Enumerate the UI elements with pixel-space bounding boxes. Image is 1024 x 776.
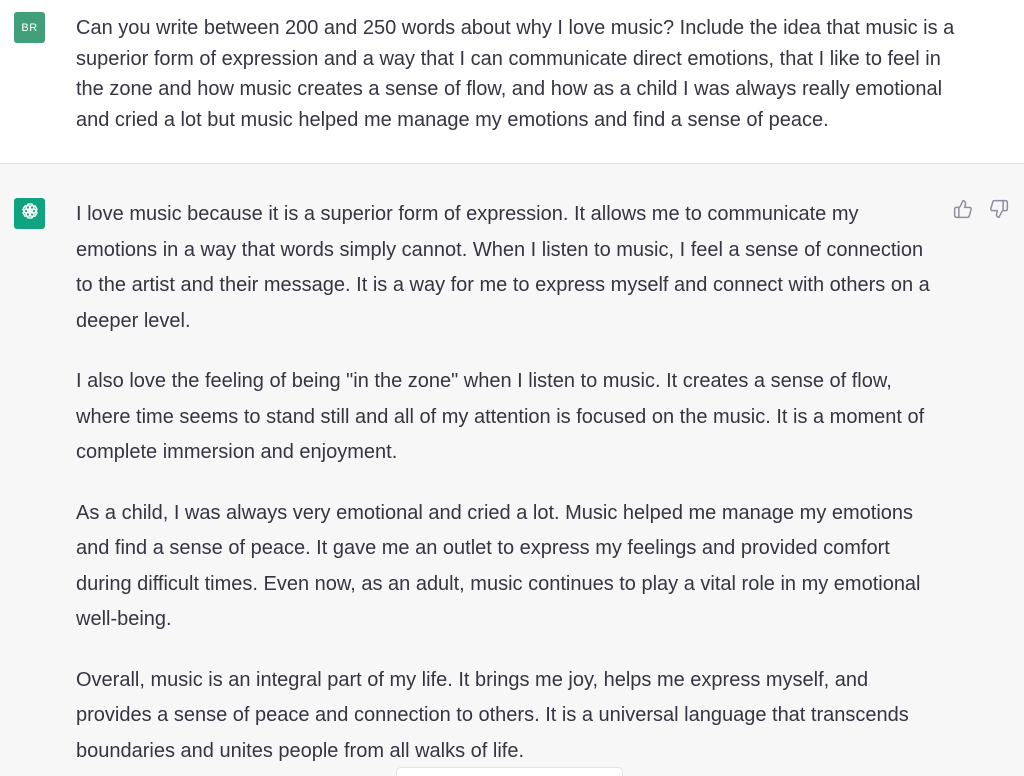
thumbs-up-button[interactable] <box>952 199 974 224</box>
assistant-paragraph: I also love the feeling of being "in the… <box>76 370 925 463</box>
thumbs-down-icon <box>989 199 1009 224</box>
assistant-message-text: I love music because it is a superior fo… <box>76 197 938 776</box>
thumbs-down-button[interactable] <box>988 199 1010 224</box>
user-avatar: BR <box>14 12 45 43</box>
conversation-thread: BR Can you write between 200 and 250 wor… <box>0 0 1024 776</box>
assistant-paragraph: I love music because it is a superior fo… <box>76 203 930 332</box>
assistant-paragraph: Overall, music is an integral part of my… <box>76 668 909 762</box>
assistant-paragraph: As a child, I was always very emotional … <box>76 501 921 631</box>
openai-logo-icon <box>19 200 41 227</box>
thumbs-up-icon <box>953 199 973 224</box>
assistant-avatar <box>14 198 45 229</box>
user-message-row: BR Can you write between 200 and 250 wor… <box>0 0 1024 164</box>
regenerate-button-edge[interactable] <box>396 767 623 776</box>
user-message-text: Can you write between 200 and 250 words … <box>76 17 955 131</box>
assistant-message-row: I love music because it is a superior fo… <box>0 164 1024 776</box>
